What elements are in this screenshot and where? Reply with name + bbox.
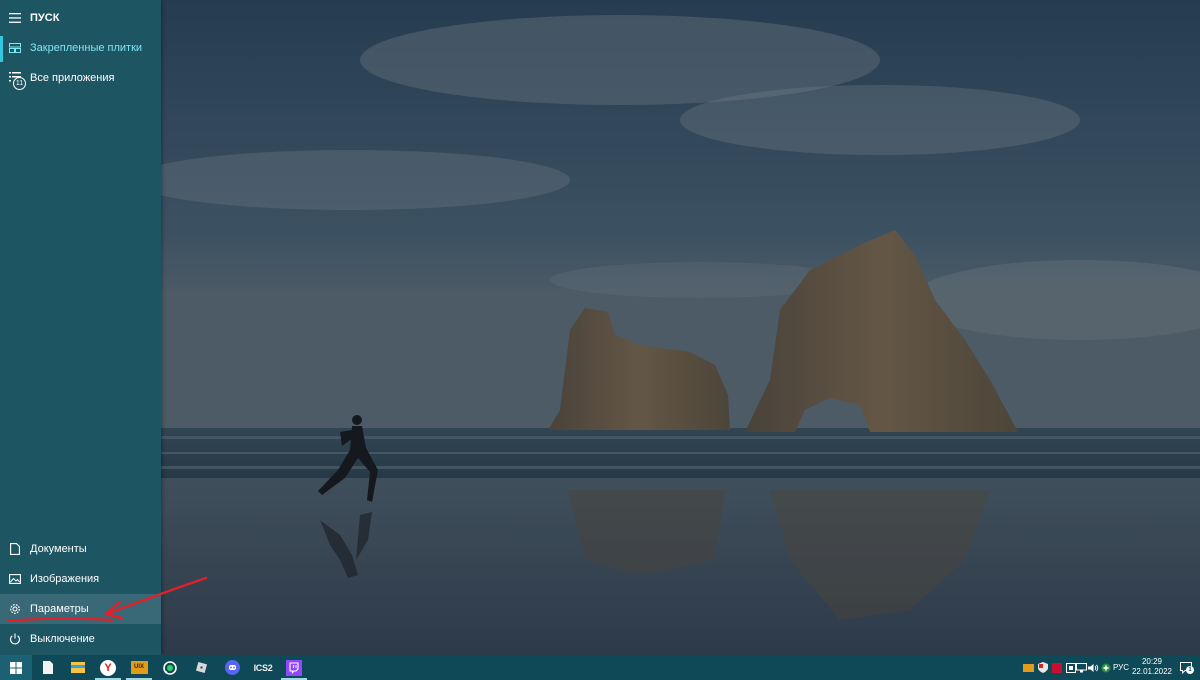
documents-item[interactable]: Документы (0, 534, 161, 564)
tray-app-icon[interactable] (1065, 662, 1076, 673)
twitch-icon (286, 659, 302, 676)
gear-icon (0, 594, 30, 624)
tiles-icon (0, 33, 30, 63)
images-label: Изображения (30, 573, 100, 585)
notification-center-icon[interactable]: 1 (1180, 661, 1194, 679)
start-menu: ПУСК Закрепленные плитки 11 Все приложен… (0, 0, 161, 655)
whatsapp-icon (163, 660, 177, 675)
start-menu-title: ПУСК (30, 12, 60, 24)
pinned-tiles-item[interactable]: Закрепленные плитки (0, 33, 161, 63)
notification-count-badge: 1 (1186, 666, 1194, 674)
start-button[interactable] (0, 655, 32, 680)
apps-count-badge: 11 (13, 77, 26, 90)
taskbar-csgo-button[interactable]: ICS2 (248, 655, 278, 680)
roblox-icon (195, 661, 207, 674)
clock[interactable]: 20:29 22.01.2022 (1130, 657, 1174, 677)
yandex-icon-label: Y (104, 661, 112, 674)
hamburger-menu-icon[interactable] (0, 3, 30, 33)
tray-uix-icon[interactable] (1023, 662, 1034, 673)
power-item[interactable]: Выключение (0, 624, 161, 654)
taskbar-explorer-button[interactable] (63, 655, 93, 680)
settings-label: Параметры (30, 603, 89, 615)
desktop-screen: ПУСК Закрепленные плитки 11 Все приложен… (0, 0, 1200, 680)
clock-date: 22.01.2022 (1131, 667, 1173, 676)
clock-time: 20:29 (1141, 657, 1163, 666)
power-icon (0, 624, 30, 654)
folder-icon (71, 662, 85, 673)
taskbar-whatsapp-button[interactable] (155, 655, 185, 680)
all-apps-label: Все приложения (30, 72, 115, 84)
taskbar-uix-button[interactable]: UIX (124, 655, 154, 680)
taskbar-file-button[interactable] (33, 655, 63, 680)
settings-item[interactable]: Параметры (0, 594, 161, 624)
uix-icon: UIX (130, 661, 148, 674)
taskbar-yandex-button[interactable]: Y (93, 655, 123, 680)
all-apps-item[interactable]: 11 Все приложения (0, 63, 161, 93)
start-menu-header[interactable]: ПУСК (0, 3, 161, 33)
taskbar-roblox-button[interactable] (186, 655, 216, 680)
csgo-icon: ICS2 (253, 662, 273, 673)
network-icon[interactable] (1076, 662, 1087, 673)
language-indicator[interactable]: РУС (1113, 655, 1129, 680)
power-label: Выключение (30, 633, 95, 645)
volume-icon[interactable] (1088, 662, 1099, 673)
taskbar-discord-button[interactable] (217, 655, 247, 680)
documents-label: Документы (30, 543, 87, 555)
tray-shield-icon[interactable] (1037, 662, 1048, 673)
document-icon (0, 534, 30, 564)
apps-list-icon: 11 (0, 63, 30, 93)
taskbar-twitch-button[interactable] (279, 655, 309, 680)
windows-logo-icon (10, 661, 22, 674)
pinned-tiles-label: Закрепленные плитки (30, 42, 143, 54)
desktop-wallpaper (0, 0, 1200, 655)
image-icon (0, 564, 30, 594)
taskbar: Y UIX ICS2 РУС 20:29 22.01.2022 1 (0, 655, 1200, 680)
wallpaper-landscape (0, 0, 1200, 655)
tray-green-app-icon[interactable] (1100, 662, 1111, 673)
file-icon (43, 661, 53, 674)
tray-amd-icon[interactable] (1051, 662, 1062, 673)
images-item[interactable]: Изображения (0, 564, 161, 594)
discord-icon (224, 660, 240, 675)
